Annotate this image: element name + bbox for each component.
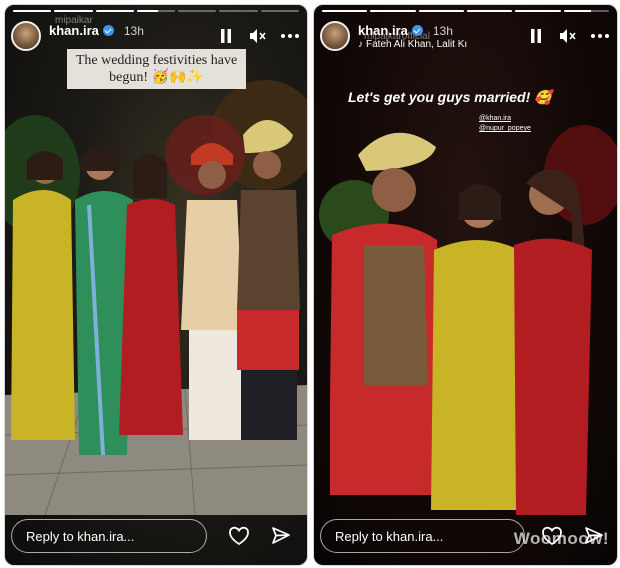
mute-icon[interactable] <box>559 27 577 45</box>
music-line[interactable]: ♪ Fateh Ali Khan, Lalit Kı <box>358 39 467 50</box>
reply-placeholder: Reply to khan.ira... <box>335 528 444 544</box>
story-progress-bar <box>13 10 299 12</box>
avatar[interactable] <box>11 21 41 51</box>
music-label: Fateh Ali Khan, Lalit Kı <box>366 39 468 50</box>
story-card-left[interactable]: mipaikar khan.ira 13h The wedding festiv… <box>4 4 308 566</box>
progress-segment <box>515 10 561 12</box>
progress-segment <box>136 10 176 12</box>
progress-segment <box>13 10 52 12</box>
story-caption: The wedding festivities have begun! 🥳🙌✨ <box>67 49 246 89</box>
send-icon[interactable] <box>269 525 293 547</box>
story-controls <box>217 27 299 45</box>
story-photo <box>319 125 617 515</box>
verified-badge-icon <box>411 25 423 36</box>
story-text: Let's get you guys married! 🥰 <box>348 89 552 106</box>
progress-segment <box>178 10 217 12</box>
reply-placeholder: Reply to khan.ira... <box>26 528 135 544</box>
heart-icon[interactable] <box>227 525 251 547</box>
verified-badge-icon <box>102 25 114 36</box>
avatar[interactable] <box>320 21 350 51</box>
progress-segment <box>260 10 299 12</box>
story-header: mipaikarofficial khan.ira 13h ♪ Fateh Al… <box>320 19 611 55</box>
progress-segment <box>219 10 258 12</box>
username-row[interactable]: khan.ira 13h <box>49 23 144 38</box>
username-row[interactable]: khan.ira 13h <box>358 23 453 38</box>
progress-segment <box>466 10 513 12</box>
mention-tag[interactable]: @nupur_popeye <box>479 125 531 132</box>
reply-input[interactable]: Reply to khan.ira... <box>11 519 207 553</box>
username[interactable]: khan.ira <box>49 23 99 38</box>
post-time: 13h <box>123 23 144 38</box>
story-photo <box>5 80 307 515</box>
mention-tag[interactable]: @khan.ira <box>479 115 511 122</box>
progress-segment <box>418 10 464 12</box>
story-text-emoji: 🥰 <box>534 89 552 105</box>
pause-icon[interactable] <box>527 27 545 45</box>
progress-segment <box>54 10 93 12</box>
progress-segment <box>322 10 368 12</box>
mute-icon[interactable] <box>249 27 267 45</box>
post-time: 13h <box>432 23 453 38</box>
story-progress-bar <box>322 10 609 12</box>
pause-icon[interactable] <box>217 27 235 45</box>
progress-segment <box>95 10 134 12</box>
reply-input[interactable]: Reply to khan.ira... <box>320 519 525 553</box>
progress-segment <box>563 10 609 12</box>
more-icon[interactable] <box>281 27 299 45</box>
story-text-label: Let's get you guys married! <box>348 89 531 105</box>
music-note-icon: ♪ <box>358 39 363 50</box>
caption-emoji: 🥳🙌✨ <box>151 70 204 85</box>
story-controls <box>527 27 609 45</box>
username[interactable]: khan.ira <box>358 23 408 38</box>
watermark: Woomoow! <box>513 529 609 548</box>
story-card-right[interactable]: mipaikarofficial khan.ira 13h ♪ Fateh Al… <box>313 4 618 566</box>
progress-segment <box>370 10 416 12</box>
more-icon[interactable] <box>591 27 609 45</box>
